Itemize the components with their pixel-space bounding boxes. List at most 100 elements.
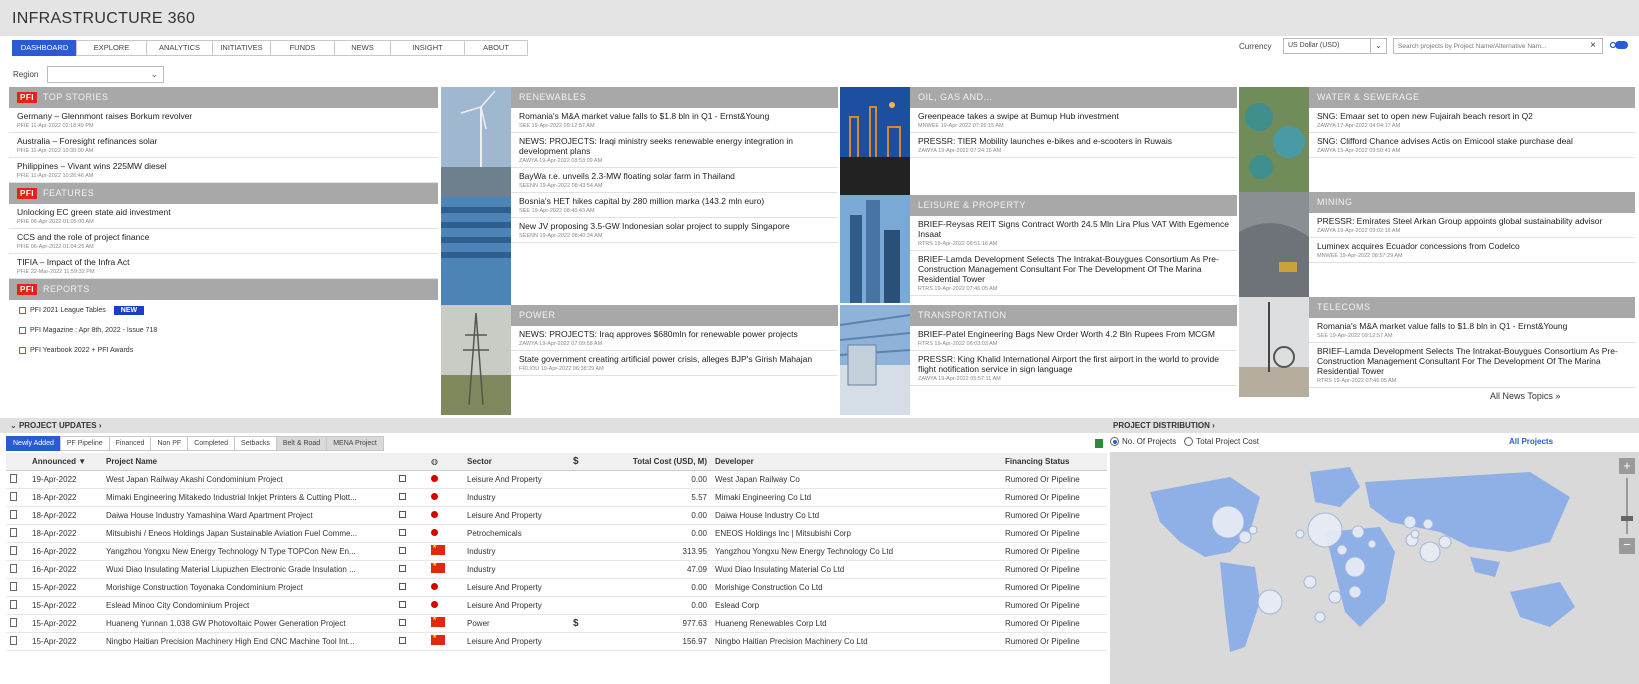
zoom-slider-handle[interactable] <box>1621 516 1633 521</box>
tab-dashboard[interactable]: DASHBOARD <box>12 40 76 56</box>
link-cell[interactable] <box>395 488 427 507</box>
reports-header[interactable]: PFI REPORTS <box>9 279 438 300</box>
link-cell[interactable] <box>395 470 427 489</box>
doc-cell[interactable] <box>6 632 28 651</box>
news-item[interactable]: NEWS: PROJECTS: Iraq approves $680mln fo… <box>511 326 838 351</box>
sector-column-header[interactable]: Sector <box>463 453 569 471</box>
tab-belt-road[interactable]: Belt & Road <box>275 436 327 451</box>
tab-insight[interactable]: INSIGHT <box>390 40 464 56</box>
table-row[interactable]: 18-Apr-2022 Daiwa House Industry Yamashin… <box>6 506 1107 525</box>
doc-cell[interactable] <box>6 524 28 543</box>
tab-completed[interactable]: Completed <box>187 436 235 451</box>
project-name-link[interactable]: Mitsubishi / Eneos Holdings Japan Sustai… <box>102 524 395 543</box>
news-item[interactable]: Luminex acquires Ecuador concessions fro… <box>1309 238 1635 263</box>
transportation-header[interactable]: TRANSPORTATION <box>910 305 1237 326</box>
oil-gas-header[interactable]: OIL, GAS AND... <box>910 87 1237 108</box>
financing-status-column-header[interactable]: Financing Status <box>1001 453 1107 471</box>
news-item[interactable]: Unlocking EC green state aid investment P… <box>9 204 438 229</box>
currency-select[interactable]: US Dollar (USD) ⌄ <box>1283 38 1387 54</box>
project-name-link[interactable]: Daiwa House Industry Yamashina Ward Apar… <box>102 506 395 525</box>
news-item[interactable]: State government creating artificial pow… <box>511 351 838 376</box>
announced-column-header[interactable]: Announced ▼ <box>28 453 102 471</box>
tab-news[interactable]: NEWS <box>334 40 390 56</box>
doc-cell[interactable] <box>6 560 28 579</box>
news-item[interactable]: PRESSR: TIER Mobility launches e-bikes a… <box>910 133 1237 158</box>
table-row[interactable]: 15-Apr-2022 Huaneng Yunnan 1.038 GW Photo… <box>6 614 1107 633</box>
zoom-slider-track[interactable] <box>1621 478 1633 534</box>
project-name-link[interactable]: Mimaki Engineering Mitakedo Industrial I… <box>102 488 395 507</box>
tab-initiatives[interactable]: INITIATIVES <box>212 40 270 56</box>
radio-no-of-projects[interactable] <box>1110 437 1119 446</box>
news-item[interactable]: Romania's M&A market value falls to $1.8… <box>1309 318 1635 343</box>
doc-cell[interactable] <box>6 506 28 525</box>
news-item[interactable]: SNG: Clifford Chance advises Actis on Em… <box>1309 133 1635 158</box>
news-item[interactable]: BayWa r.e. unveils 2.3-MW floating solar… <box>511 168 838 193</box>
doc-cell[interactable] <box>6 614 28 633</box>
news-item[interactable]: TIFIA – Impact of the Infra Act PFIE 22-M… <box>9 254 438 279</box>
project-search-input[interactable]: Search projects by Project Name/Alternat… <box>1393 38 1603 54</box>
table-row[interactable]: 16-Apr-2022 Wuxi Diao Insulating Material… <box>6 560 1107 579</box>
all-news-topics-link[interactable]: All News Topics » <box>1490 391 1560 401</box>
developer-column-header[interactable]: Developer <box>711 453 1001 471</box>
news-item[interactable]: Greenpeace takes a swipe at Bumup Hub in… <box>910 108 1237 133</box>
project-name-link[interactable]: Yangzhou Yongxu New Energy Technology N … <box>102 542 395 561</box>
table-row[interactable]: 15-Apr-2022 Ningbo Haitian Precision Mach… <box>6 632 1107 651</box>
link-cell[interactable] <box>395 578 427 597</box>
news-item[interactable]: Romania's M&A market value falls to $1.8… <box>511 108 838 133</box>
tab-pf-pipeline[interactable]: PF Pipeline <box>59 436 109 451</box>
news-item[interactable]: Bosnia's HET hikes capital by 280 millio… <box>511 193 838 218</box>
table-row[interactable]: 16-Apr-2022 Yangzhou Yongxu New Energy Te… <box>6 542 1107 561</box>
news-item[interactable]: Philippines – Vivant wins 225MW diesel PF… <box>9 158 438 183</box>
table-row[interactable]: 15-Apr-2022 Morishige Construction Toyona… <box>6 578 1107 597</box>
link-cell[interactable] <box>395 560 427 579</box>
total-cost-column-header[interactable]: Total Cost (USD, M) <box>605 453 711 471</box>
usd-column-header[interactable]: $ <box>569 453 605 471</box>
clear-icon[interactable]: × <box>1590 40 1596 51</box>
link-cell[interactable] <box>395 596 427 615</box>
report-item[interactable]: PFI 2021 League Tables NEW <box>9 300 438 320</box>
region-select[interactable]: ⌄ <box>47 66 164 83</box>
doc-cell[interactable] <box>6 596 28 615</box>
tab-financed[interactable]: Financed <box>108 436 151 451</box>
news-item[interactable]: Australia – Foresight refinances solar PF… <box>9 133 438 158</box>
water-header[interactable]: WATER & SEWERAGE <box>1309 87 1635 108</box>
link-cell[interactable] <box>395 614 427 633</box>
news-item[interactable]: BRIEF-Reysas REIT Signs Contract Worth 2… <box>910 216 1237 251</box>
table-row[interactable]: 18-Apr-2022 Mitsubishi / Eneos Holdings J… <box>6 524 1107 543</box>
tab-mena-project[interactable]: MENA Project <box>326 436 384 451</box>
news-item[interactable]: Germany – Glennmont raises Borkum revolv… <box>9 108 438 133</box>
project-name-link[interactable]: Ningbo Haitian Precision Machinery High … <box>102 632 395 651</box>
radio-total-project-cost[interactable] <box>1184 437 1194 446</box>
report-item[interactable]: PFI Magazine : Apr 8th, 2022 - Issue 718 <box>9 320 438 340</box>
tab-explore[interactable]: EXPLORE <box>76 40 146 56</box>
news-item[interactable]: PRESSR: King Khalid International Airpor… <box>910 351 1237 386</box>
no-of-projects-label[interactable]: No. Of Projects <box>1122 437 1176 446</box>
link-cell[interactable] <box>395 632 427 651</box>
news-item[interactable]: BRIEF-Lamda Development Selects The Intr… <box>1309 343 1635 388</box>
excel-export-icon[interactable] <box>1095 439 1103 448</box>
search-toggle-icon[interactable] <box>1609 38 1629 52</box>
all-projects-link[interactable]: All Projects <box>1509 437 1553 446</box>
tab-setbacks[interactable]: Setbacks <box>234 436 276 451</box>
power-header[interactable]: POWER <box>511 305 838 326</box>
features-header[interactable]: PFI FEATURES <box>9 183 438 204</box>
link-cell[interactable] <box>395 524 427 543</box>
table-row[interactable]: 19-Apr-2022 West Japan Railway Akashi Con… <box>6 470 1107 489</box>
news-item[interactable]: SNG: Emaar set to open new Fujairah beac… <box>1309 108 1635 133</box>
news-item[interactable]: New JV proposing 3.5-GW Indonesian solar… <box>511 218 838 243</box>
tab-newly-added[interactable]: Newly Added <box>6 436 60 451</box>
leisure-header[interactable]: LEISURE & PROPERTY <box>910 195 1237 216</box>
table-row[interactable]: 18-Apr-2022 Mimaki Engineering Mitakedo I… <box>6 488 1107 507</box>
mining-header[interactable]: MINING <box>1309 192 1635 213</box>
renewables-header[interactable]: RENEWABLES <box>511 87 838 108</box>
news-item[interactable]: CCS and the role of project finance PFIE … <box>9 229 438 254</box>
project-updates-header[interactable]: ⌄ PROJECT UPDATES › <box>0 418 1107 433</box>
zoom-out-button[interactable]: − <box>1619 538 1635 554</box>
table-row[interactable]: 15-Apr-2022 Eslead Minoo City Condominium… <box>6 596 1107 615</box>
top-stories-header[interactable]: PFI TOP STORIES <box>9 87 438 108</box>
news-item[interactable]: PRESSR: Emirates Steel Arkan Group appoi… <box>1309 213 1635 238</box>
tab-analytics[interactable]: ANALYTICS <box>146 40 212 56</box>
tab-about[interactable]: ABOUT <box>464 40 528 56</box>
zoom-in-button[interactable]: + <box>1619 458 1635 474</box>
telecoms-header[interactable]: TELECOMS <box>1309 297 1635 318</box>
